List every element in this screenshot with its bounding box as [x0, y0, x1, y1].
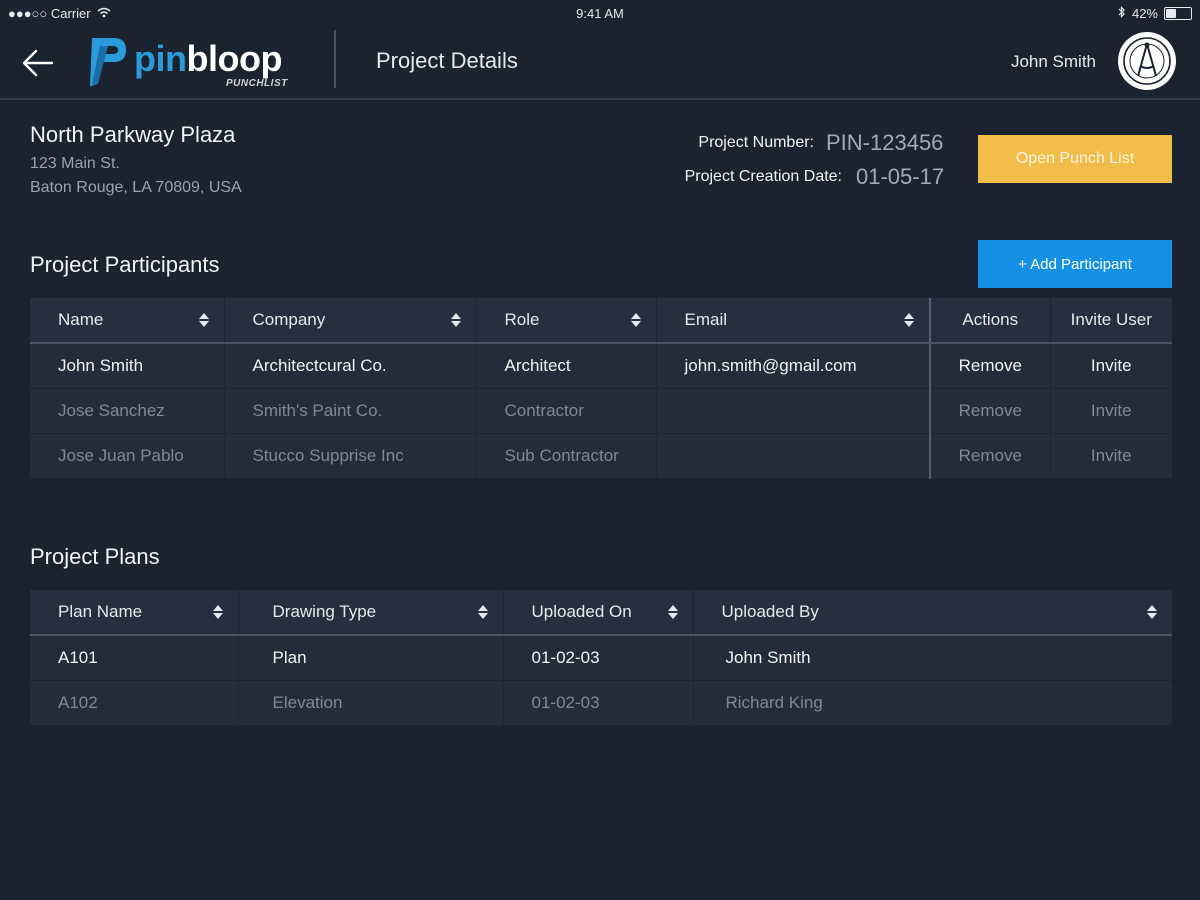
table-row[interactable]: Jose Sanchez Smith's Paint Co. Contracto…	[30, 388, 1172, 434]
col-header-email[interactable]: Email	[655, 298, 930, 344]
page-title: Project Details	[376, 48, 518, 73]
add-participant-button[interactable]: + Add Participant	[978, 240, 1172, 288]
col-label: Plan Name	[58, 602, 143, 621]
project-date-value: 01-05-17	[856, 164, 945, 189]
brand-subtitle: PUNCHLIST	[226, 78, 288, 89]
participants-title: Project Participants	[30, 252, 220, 277]
brand-part1: pin	[134, 38, 187, 79]
cell-email	[655, 388, 930, 434]
project-date-label: Project Creation Date:	[684, 168, 842, 185]
col-label: Company	[252, 310, 326, 329]
cell-uploaded-on: 01-02-03	[502, 635, 693, 681]
cell-company: Stucco Supprise Inc	[223, 433, 476, 479]
col-header-plan-name[interactable]: Plan Name	[30, 590, 238, 636]
status-time: 9:41 AM	[576, 6, 624, 21]
table-row[interactable]: A101 Plan 01-02-03 John Smith	[30, 635, 1172, 681]
project-number-value: PIN-123456	[826, 130, 944, 155]
cell-uploaded-on: 01-02-03	[502, 680, 693, 726]
invite-button[interactable]: Invite	[1049, 343, 1172, 389]
col-header-name[interactable]: Name	[30, 298, 224, 344]
pinbloop-logo-icon	[90, 38, 126, 86]
table-row[interactable]: A102 Elevation 01-02-03 Richard King	[30, 680, 1172, 726]
cell-role: Architect	[475, 343, 656, 389]
project-number-label: Project Number:	[698, 134, 814, 151]
sort-arrows-icon[interactable]	[198, 312, 210, 328]
col-header-company[interactable]: Company	[223, 298, 476, 344]
cell-company: Architectcural Co.	[223, 343, 476, 389]
cell-name: Jose Juan Pablo	[30, 433, 224, 479]
bluetooth-icon	[1118, 6, 1126, 21]
cell-drawing-type: Plan	[237, 635, 503, 681]
cell-name: Jose Sanchez	[30, 388, 224, 434]
col-label: Drawing Type	[272, 602, 377, 621]
sort-arrows-icon[interactable]	[1146, 604, 1158, 620]
cell-email	[655, 433, 930, 479]
project-name: North Parkway Plaza	[30, 122, 236, 147]
sort-arrows-icon[interactable]	[477, 604, 489, 620]
remove-button[interactable]: Remove	[929, 343, 1050, 389]
invite-button[interactable]: Invite	[1049, 433, 1172, 479]
cell-name: John Smith	[30, 343, 224, 389]
col-label: Email	[684, 310, 728, 329]
col-label: Name	[58, 310, 104, 329]
col-header-role[interactable]: Role	[475, 298, 656, 344]
sort-arrows-icon[interactable]	[630, 312, 642, 328]
status-bar: ●●●○○ Carrier 9:41 AM 42%	[0, 0, 1200, 28]
table-row[interactable]: Jose Juan Pablo Stucco Supprise Inc Sub …	[30, 433, 1172, 479]
battery-fill	[1166, 9, 1176, 18]
sort-arrows-icon[interactable]	[667, 604, 679, 620]
brand-part2: bloop	[186, 38, 282, 79]
cell-uploaded-by: John Smith	[692, 635, 1172, 681]
col-header-invite-user: Invite User	[1049, 298, 1172, 344]
table-row[interactable]: John Smith Architectcural Co. Architect …	[30, 343, 1172, 389]
project-address-line2: Baton Rouge, LA 70809, USA	[30, 179, 242, 196]
sort-arrows-icon[interactable]	[903, 312, 915, 328]
cell-drawing-type: Elevation	[237, 680, 503, 726]
cell-role: Contractor	[475, 388, 656, 434]
battery-percent: 42%	[1131, 6, 1158, 21]
project-address-line1: 123 Main St.	[30, 155, 120, 172]
cell-plan-name: A101	[30, 635, 238, 681]
col-label: Uploaded By	[721, 602, 819, 621]
participants-table: Name Company Role Email Actions Invite U…	[30, 298, 1172, 479]
plans-title: Project Plans	[30, 544, 160, 569]
brand-name: pinbloop	[134, 38, 282, 80]
cell-company: Smith's Paint Co.	[223, 388, 476, 434]
remove-button[interactable]: Remove	[929, 388, 1050, 434]
col-label: Invite User	[1070, 310, 1152, 329]
battery-icon	[1164, 7, 1192, 20]
col-header-uploaded-by[interactable]: Uploaded By	[692, 590, 1172, 636]
col-header-actions: Actions	[929, 298, 1050, 344]
app-header: pinbloop PUNCHLIST Project Details John …	[0, 28, 1200, 100]
plans-header-row: Plan Name Drawing Type Uploaded On Uploa…	[30, 590, 1172, 636]
cell-role: Sub Contractor	[475, 433, 656, 479]
cell-email: john.smith@gmail.com	[655, 343, 930, 389]
compass-avatar-icon	[1123, 37, 1171, 85]
col-label: Uploaded On	[531, 602, 632, 621]
pinbloop-logo: pinbloop PUNCHLIST	[86, 30, 306, 92]
arrow-left-icon	[22, 49, 54, 77]
invite-button[interactable]: Invite	[1049, 388, 1172, 434]
header-divider	[334, 30, 336, 88]
col-header-uploaded-on[interactable]: Uploaded On	[502, 590, 693, 636]
sort-arrows-icon[interactable]	[212, 604, 224, 620]
remove-button[interactable]: Remove	[929, 433, 1050, 479]
col-label: Actions	[962, 310, 1019, 329]
col-header-drawing-type[interactable]: Drawing Type	[237, 590, 503, 636]
plans-table: Plan Name Drawing Type Uploaded On Uploa…	[30, 590, 1172, 726]
participants-header-row: Name Company Role Email Actions Invite U…	[30, 298, 1172, 344]
sort-arrows-icon[interactable]	[450, 312, 462, 328]
back-button[interactable]	[20, 46, 56, 80]
cell-plan-name: A102	[30, 680, 238, 726]
user-name: John Smith	[1010, 52, 1096, 71]
col-label: Role	[504, 310, 540, 329]
open-punch-list-button[interactable]: Open Punch List	[978, 135, 1172, 183]
avatar[interactable]	[1118, 32, 1176, 90]
cell-uploaded-by: Richard King	[692, 680, 1172, 726]
status-bar-right: 42%	[1118, 6, 1192, 21]
